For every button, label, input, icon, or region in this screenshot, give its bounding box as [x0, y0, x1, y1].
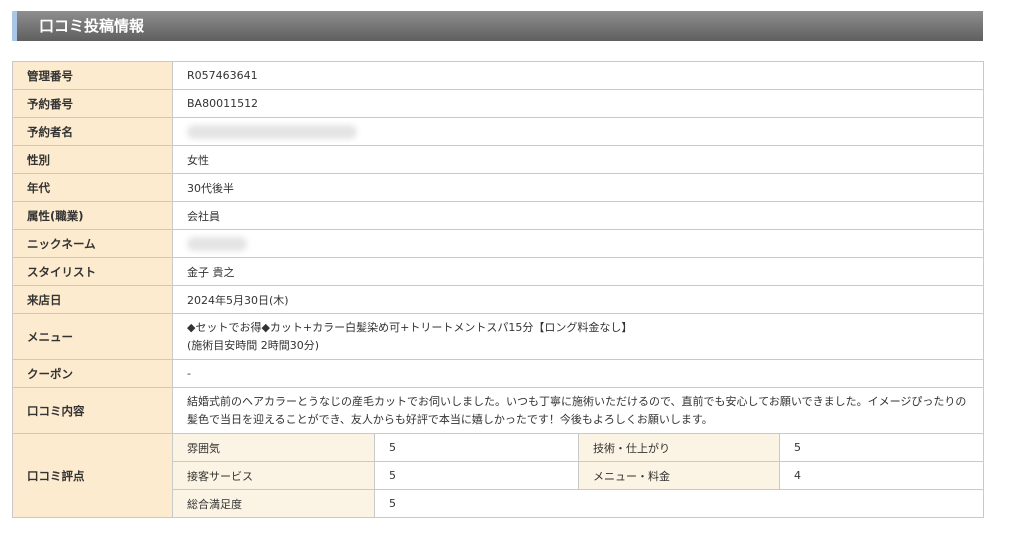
- value-occupation: 会社員: [171, 201, 985, 230]
- score-label-overall: 総合満足度: [172, 489, 375, 518]
- score-value-overall: 5: [373, 489, 985, 518]
- menu-line-2: (施術目安時間 2時間30分): [187, 338, 320, 352]
- section-header: 口コミ投稿情報: [12, 11, 983, 41]
- label-management-no: 管理番号: [12, 61, 173, 90]
- value-reserver-name: [171, 117, 985, 146]
- value-menu: ◆セットでお得◆カット+カラー白髪染め可+トリートメントスパ15分【ロング料金な…: [171, 313, 985, 360]
- score-value-atmosphere: 5: [374, 433, 579, 462]
- label-nickname: ニックネーム: [12, 229, 173, 258]
- value-review: 結婚式前のヘアカラーとうなじの産毛カットでお伺いしました。いつも丁寧に施術いただ…: [171, 387, 985, 434]
- value-age: 30代後半: [171, 173, 985, 202]
- value-management-no: R057463641: [171, 61, 985, 90]
- row-nickname: ニックネーム: [12, 229, 985, 258]
- score-value-service: 5: [374, 461, 579, 490]
- row-stylist: スタイリスト 金子 貴之: [12, 257, 985, 286]
- review-info-table: 管理番号 R057463641 予約番号 BA80011512 予約者名 性別 …: [12, 61, 985, 518]
- value-coupon: -: [171, 359, 985, 388]
- row-scores-1: 口コミ評点 雰囲気 5 技術・仕上がり 5: [12, 433, 985, 518]
- row-age: 年代 30代後半: [12, 173, 985, 202]
- row-coupon: クーポン -: [12, 359, 985, 388]
- label-age: 年代: [12, 173, 173, 202]
- redacted-name: [187, 124, 357, 139]
- label-stylist: スタイリスト: [12, 257, 173, 286]
- label-scores: 口コミ評点: [12, 433, 173, 518]
- row-review: 口コミ内容 結婚式前のヘアカラーとうなじの産毛カットでお伺いしました。いつも丁寧…: [12, 387, 985, 434]
- label-gender: 性別: [12, 145, 173, 174]
- value-nickname: [171, 229, 985, 258]
- score-label-technique: 技術・仕上がり: [578, 433, 780, 462]
- row-management-no: 管理番号 R057463641: [12, 61, 985, 90]
- score-label-atmosphere: 雰囲気: [172, 433, 375, 462]
- row-visit-date: 来店日 2024年5月30日(木): [12, 285, 985, 314]
- label-reserver-name: 予約者名: [12, 117, 173, 146]
- row-occupation: 属性(職業) 会社員: [12, 201, 985, 230]
- section-title: 口コミ投稿情報: [39, 17, 145, 35]
- value-gender: 女性: [171, 145, 985, 174]
- row-reserver-name: 予約者名: [12, 117, 985, 146]
- row-reservation-no: 予約番号 BA80011512: [12, 89, 985, 118]
- value-reservation-no: BA80011512: [171, 89, 985, 118]
- label-occupation: 属性(職業): [12, 201, 173, 230]
- row-gender: 性別 女性: [12, 145, 985, 174]
- label-review: 口コミ内容: [12, 387, 173, 434]
- score-label-service: 接客サービス: [172, 461, 375, 490]
- label-coupon: クーポン: [12, 359, 173, 388]
- score-value-menu-price: 4: [778, 461, 985, 490]
- label-visit-date: 来店日: [12, 285, 173, 314]
- row-menu: メニュー ◆セットでお得◆カット+カラー白髪染め可+トリートメントスパ15分【ロ…: [12, 313, 985, 360]
- menu-line-1: ◆セットでお得◆カット+カラー白髪染め可+トリートメントスパ15分【ロング料金な…: [187, 320, 633, 334]
- label-reservation-no: 予約番号: [12, 89, 173, 118]
- score-value-technique: 5: [778, 433, 985, 462]
- value-visit-date: 2024年5月30日(木): [171, 285, 985, 314]
- redacted-nickname: [187, 236, 247, 251]
- score-label-menu-price: メニュー・料金: [578, 461, 780, 490]
- label-menu: メニュー: [12, 313, 173, 360]
- value-stylist: 金子 貴之: [171, 257, 985, 286]
